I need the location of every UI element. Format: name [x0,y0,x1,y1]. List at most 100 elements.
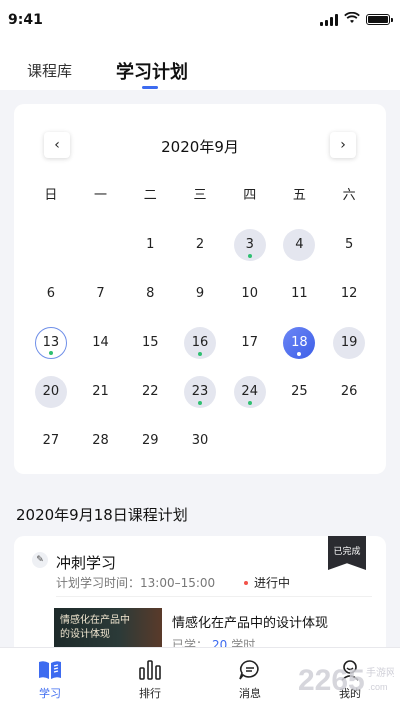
nav-item-profile[interactable]: 我的 [300,648,400,711]
calendar-day-cell: 5 [324,220,374,269]
calendar-day[interactable]: 24 [233,375,266,408]
book-icon [37,658,63,682]
calendar-day[interactable]: 14 [85,327,117,359]
course-title[interactable]: 情感化在产品中的设计体现 [172,612,328,631]
calendar-day-cell: 6 [26,269,76,318]
nav-item-study[interactable]: 学习 [0,648,100,711]
study-dot-icon [197,351,202,356]
calendar-day-cell: 17 [225,318,275,367]
day-number: 15 [142,335,159,350]
day-number: 23 [191,384,209,399]
calendar-day-cell: 24 [225,367,275,416]
plan-name: 冲刺学习 [56,554,117,572]
calendar-day-cell: 3 [225,220,275,269]
nav-label-study: 学习 [39,687,61,700]
weekday-label: 二 [143,188,157,203]
calendar-day[interactable]: 2 [184,229,216,261]
calendar-day[interactable]: 12 [333,278,365,310]
study-dot-icon [48,350,53,355]
plan-status-label: 进行中 [254,576,291,590]
calendar-day[interactable]: 4 [283,228,316,261]
profile-icon [337,658,363,682]
weekday-header: 日一二三四五六 [26,184,374,203]
calendar-day-cell: 12 [324,269,374,318]
tab-study-plan[interactable]: 学习计划 [116,58,188,84]
message-icon [237,658,263,682]
calendar-day[interactable]: 10 [234,278,266,310]
calendar-day-cell: 25 [275,367,325,416]
day-number: 21 [92,384,109,399]
calendar-day[interactable]: 7 [85,278,117,310]
calendar-day-cell: 18 [275,318,325,367]
calendar-day[interactable]: 26 [333,376,365,408]
bottom-nav: 学习 排行 消息 我的 [0,647,400,711]
day-number: 30 [191,433,209,448]
calendar-day-cell: 8 [125,269,175,318]
day-number: 6 [46,286,55,301]
calendar-day-selected[interactable]: 18 [283,326,316,359]
calendar-day-cell: 4 [275,220,325,269]
day-number: 28 [92,433,109,448]
day-number: 14 [92,335,109,350]
day-number: 8 [146,286,155,301]
day-number: 4 [295,237,304,252]
calendar-day-cell: 27 [26,416,76,465]
next-month-button[interactable]: › [330,132,356,158]
weekday-label: 日 [44,188,58,203]
wifi-icon [344,11,360,27]
weekday-label: 五 [292,188,306,203]
calendar-day[interactable]: 22 [134,376,166,408]
calendar-day[interactable]: 28 [85,425,117,457]
calendar-day[interactable]: 25 [283,376,315,408]
tab-course-library[interactable]: 课程库 [27,60,72,81]
calendar-day[interactable]: 20 [34,375,67,408]
status-bar: 9:41 [0,0,400,40]
day-number: 1 [146,237,155,252]
calendar-day[interactable]: 15 [134,327,166,359]
nav-item-messages[interactable]: 消息 [200,648,300,711]
weekday-label: 四 [243,188,257,203]
plan-card[interactable]: ✎ 冲刺学习 计划学习时间：13:00–15:00 进行中 已完成 情感化在产品… [14,536,386,656]
calendar-day-today[interactable]: 13 [34,326,67,359]
calendar-grid: 1 2 3 4 5 6 7 8 9 10 11 12 13 14 15 16 17 18 19 20 21 22 23 24 2… [26,220,374,465]
battery-icon [366,14,393,25]
day-number: 5 [345,237,354,252]
calendar-day[interactable]: 30 [184,425,216,457]
calendar-day-cell: 1 [125,220,175,269]
nav-item-ranking[interactable]: 排行 [100,648,200,711]
divider [56,596,372,597]
calendar-card: ‹ 2020年9月 › 日一二三四五六 1 2 3 4 5 6 7 8 9 10 11 12 13 14 1… [14,104,386,474]
completed-badge: 已完成 [328,536,366,570]
calendar-day-cell: 23 [175,367,225,416]
day-number: 24 [241,384,258,399]
day-number: 2 [195,237,205,252]
calendar-day[interactable]: 29 [134,425,166,457]
empty-day-cell [26,220,76,269]
weekday-label: 一 [94,188,108,203]
calendar-day[interactable]: 21 [85,376,117,408]
day-number: 12 [340,286,358,301]
calendar-day[interactable]: 6 [35,278,67,310]
calendar-day[interactable]: 5 [333,229,365,261]
plan-time: 计划学习时间：13:00–15:00 [56,576,216,590]
calendar-day[interactable]: 8 [134,278,166,310]
calendar-day-cell: 28 [76,416,126,465]
calendar-day[interactable]: 19 [333,326,366,359]
calendar-day[interactable]: 17 [234,327,266,359]
day-number: 19 [340,335,358,350]
status-dot-icon [244,580,248,585]
day-number: 13 [42,335,60,350]
plan-status: 进行中 [244,574,290,591]
nav-label-ranking: 排行 [139,687,161,700]
calendar-day-cell: 10 [225,269,275,318]
calendar-day[interactable]: 3 [233,228,266,261]
calendar-day[interactable]: 11 [283,278,315,310]
calendar-day[interactable]: 9 [184,278,216,310]
calendar-day-cell: 21 [76,367,126,416]
calendar-day[interactable]: 27 [35,425,67,457]
calendar-day[interactable]: 23 [183,375,216,408]
calendar-day[interactable]: 1 [134,229,166,261]
calendar-day-cell: 20 [26,367,76,416]
calendar-day[interactable]: 16 [183,326,216,359]
study-dot-icon [247,400,252,405]
